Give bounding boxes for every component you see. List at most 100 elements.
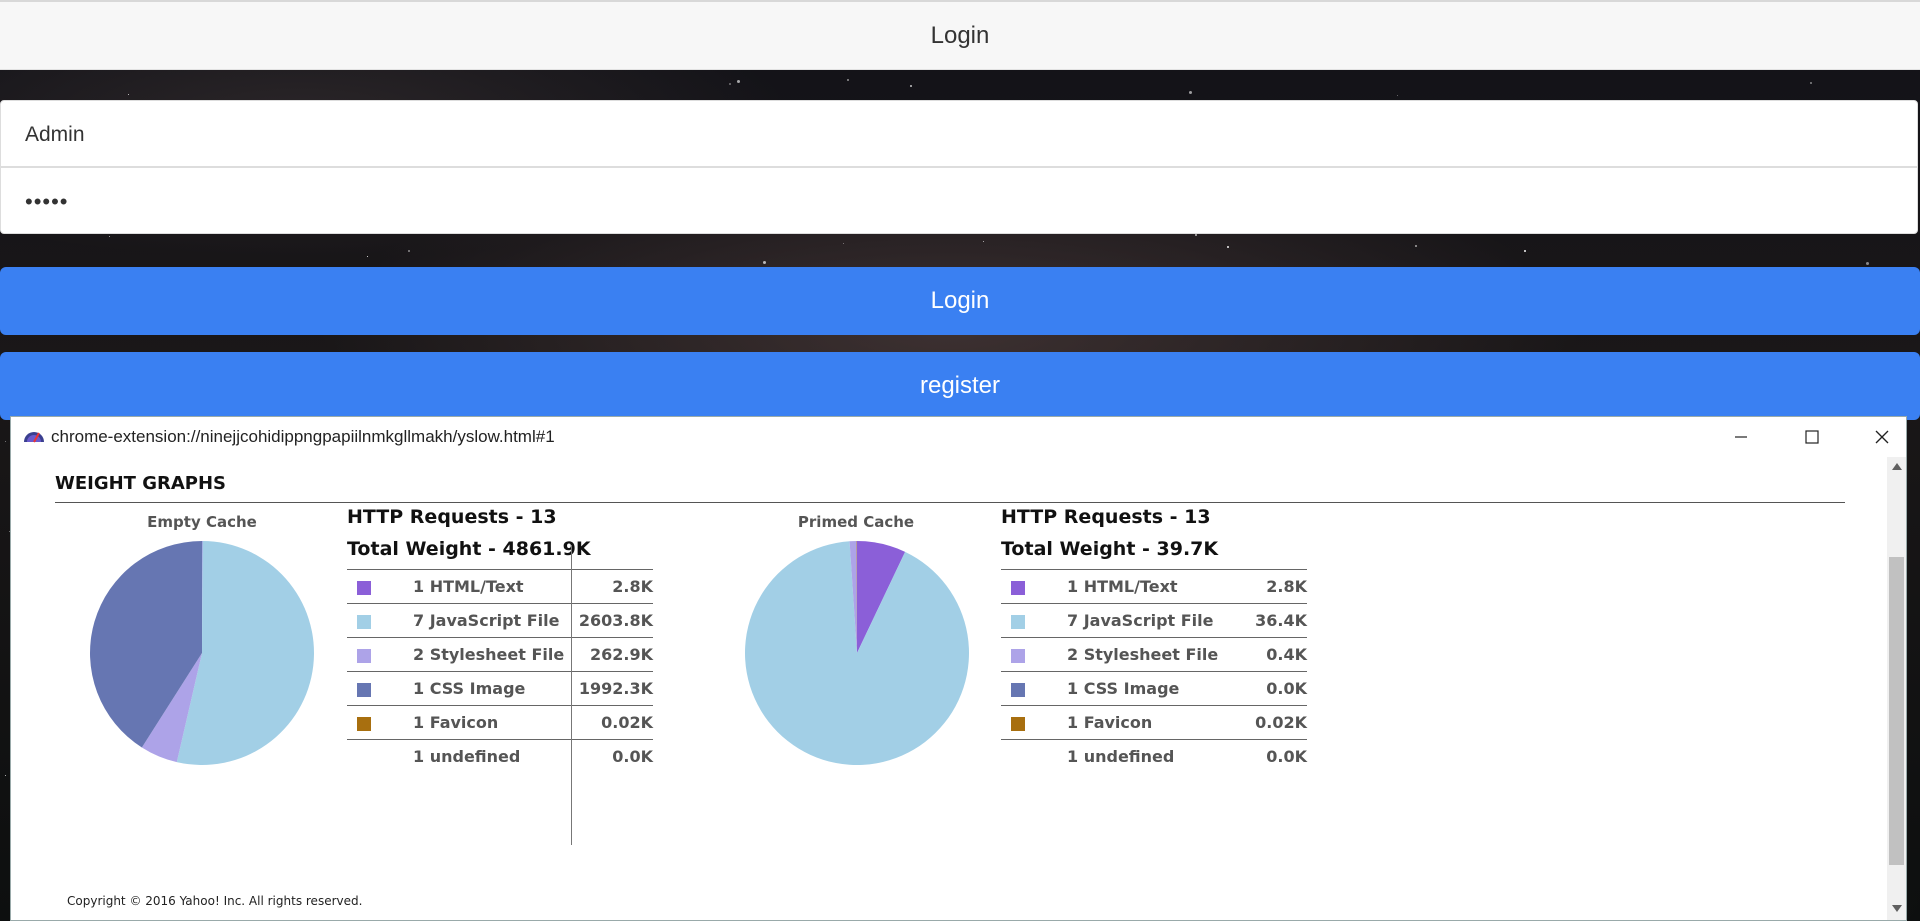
row-label: 1 HTML/Text	[413, 577, 524, 596]
primed-breakdown-table: 1 HTML/Text 2.8K 7 JavaScript File 36.4K 2 S…	[1001, 569, 1307, 774]
swatch-cell	[347, 570, 413, 604]
vertical-divider	[571, 545, 572, 845]
vertical-scrollbar[interactable]	[1887, 457, 1906, 920]
row-label: 1 CSS Image	[413, 679, 526, 698]
swatch-cell	[347, 672, 413, 706]
star	[737, 80, 740, 83]
star	[367, 256, 368, 257]
star	[847, 79, 849, 81]
popup-titlebar[interactable]: chrome-extension://ninejjcohidippngpapii…	[11, 417, 1906, 457]
empty-requests: HTTP Requests - 13	[347, 506, 557, 528]
row-value: 36.4K	[1255, 611, 1307, 630]
row-value: 0.02K	[601, 713, 653, 732]
star	[910, 85, 912, 87]
row-value: 0.0K	[1266, 747, 1307, 767]
row-value: 2.8K	[1266, 577, 1307, 596]
star	[983, 241, 984, 242]
row-value: 0.02K	[1255, 713, 1307, 732]
star	[1415, 245, 1417, 247]
legend-swatch	[357, 614, 371, 629]
star	[1524, 250, 1526, 252]
weight-graphs-panel: WEIGHT GRAPHS Empty Cache HTTP Requests …	[11, 457, 1887, 920]
star	[408, 250, 410, 252]
breakdown-row: 1 undefined 0.0K	[347, 739, 653, 774]
legend-swatch	[357, 580, 371, 595]
breakdown-row: 1 Favicon 0.02K	[1001, 705, 1307, 740]
breakdown-row: 2 Stylesheet File 262.9K	[347, 637, 653, 672]
login-button[interactable]: Login	[0, 267, 1920, 335]
maximize-button[interactable]	[1789, 423, 1835, 451]
page-header: Login	[0, 0, 1920, 70]
star	[1810, 82, 1812, 84]
row-label: 1 CSS Image	[1067, 679, 1180, 698]
row-value: 2603.8K	[578, 611, 653, 630]
empty-cache-label: Empty Cache	[147, 513, 257, 531]
swatch-cell	[347, 604, 413, 638]
row-label: 1 HTML/Text	[1067, 577, 1178, 596]
breakdown-row: 2 Stylesheet File 0.4K	[1001, 637, 1307, 672]
row-label: 7 JavaScript File	[1067, 611, 1214, 630]
scroll-up-arrow-icon[interactable]	[1892, 463, 1902, 470]
close-icon	[1875, 430, 1889, 444]
legend-swatch	[1011, 682, 1025, 697]
row-label: 1 undefined	[413, 747, 521, 767]
row-value: 1992.3K	[578, 679, 653, 698]
primed-requests: HTTP Requests - 13	[1001, 506, 1211, 528]
empty-cache-pie-chart	[89, 541, 314, 765]
star	[1195, 234, 1197, 236]
star	[5, 441, 6, 442]
star	[109, 236, 110, 237]
swatch-cell	[1001, 638, 1067, 672]
maximize-icon	[1805, 430, 1819, 444]
row-value: 2.8K	[612, 577, 653, 596]
register-button[interactable]: register	[0, 352, 1920, 420]
row-label: 1 undefined	[1067, 747, 1175, 767]
close-button[interactable]	[1859, 423, 1905, 451]
swatch-cell	[1001, 706, 1067, 740]
section-title: WEIGHT GRAPHS	[55, 473, 1845, 503]
star	[843, 243, 844, 244]
scroll-down-arrow-icon[interactable]	[1892, 905, 1902, 912]
row-label: 7 JavaScript File	[413, 611, 560, 630]
row-value: 262.9K	[589, 645, 653, 664]
scrollbar-thumb[interactable]	[1889, 557, 1904, 865]
star	[5, 775, 6, 776]
popup-url: chrome-extension://ninejjcohidippngpapii…	[51, 427, 555, 446]
star	[1397, 95, 1398, 96]
legend-swatch	[357, 716, 371, 731]
swatch-cell	[1001, 740, 1067, 774]
copyright-text: Copyright © 2016 Yahoo! Inc. All rights …	[67, 894, 363, 908]
password-field[interactable]: •••••	[0, 167, 1918, 234]
row-value: 0.0K	[1266, 679, 1307, 698]
star	[1866, 262, 1869, 265]
swatch-cell	[347, 740, 413, 774]
swatch-cell	[347, 638, 413, 672]
legend-swatch	[1011, 648, 1025, 663]
row-label: 1 Favicon	[413, 713, 499, 732]
primed-total-weight: Total Weight - 39.7K	[1001, 538, 1219, 560]
row-label: 2 Stylesheet File	[413, 645, 565, 664]
row-value: 0.4K	[1266, 645, 1307, 664]
legend-swatch	[357, 682, 371, 697]
star	[763, 261, 766, 264]
swatch-cell	[347, 706, 413, 740]
username-field[interactable]: Admin	[0, 100, 1918, 167]
swatch-cell	[1001, 570, 1067, 604]
legend-swatch	[1011, 716, 1025, 731]
empty-cache-stats: HTTP Requests - 13 Total Weight - 4861.9…	[347, 501, 653, 774]
star	[1189, 91, 1192, 94]
swatch-cell	[1001, 604, 1067, 638]
star	[1227, 246, 1229, 248]
breakdown-row: 7 JavaScript File 2603.8K	[347, 603, 653, 638]
breakdown-row: 1 HTML/Text 2.8K	[1001, 569, 1307, 604]
minimize-button[interactable]	[1718, 423, 1764, 451]
breakdown-row: 1 CSS Image 1992.3K	[347, 671, 653, 706]
row-label: 1 Favicon	[1067, 713, 1153, 732]
star	[729, 83, 731, 85]
breakdown-row: 1 undefined 0.0K	[1001, 739, 1307, 774]
breakdown-row: 1 HTML/Text 2.8K	[347, 569, 653, 604]
primed-cache-stats: HTTP Requests - 13 Total Weight - 39.7K …	[1001, 501, 1307, 774]
primed-cache-label: Primed Cache	[797, 513, 915, 531]
page-title: Login	[930, 21, 990, 49]
star	[128, 94, 129, 95]
